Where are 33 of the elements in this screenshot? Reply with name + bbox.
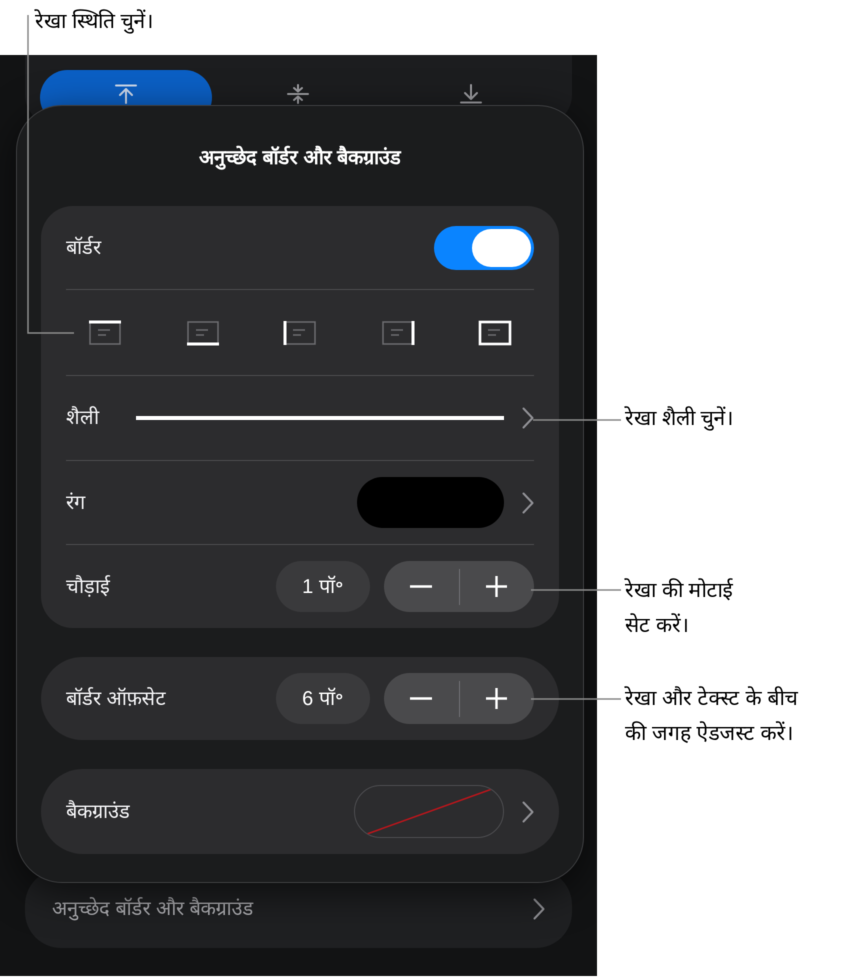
callout-text: रेखा स्थिति चुनें। xyxy=(35,8,154,36)
value-field[interactable]: 6 पॉ॰ xyxy=(276,673,370,724)
minus-icon[interactable] xyxy=(410,585,432,588)
all-borders-icon[interactable] xyxy=(478,320,512,346)
row-label: बॉर्डर xyxy=(66,235,101,260)
left-border-icon[interactable] xyxy=(283,320,317,346)
color-swatch[interactable] xyxy=(357,477,504,528)
row-label: बैकग्राउंड xyxy=(66,799,130,824)
chevron-icon xyxy=(522,800,534,822)
row-label: अनुच्छेद बॉर्डर और बैकग्राउंड xyxy=(52,896,254,922)
plus-icon[interactable] xyxy=(486,688,508,709)
top-border-icon[interactable] xyxy=(88,320,122,346)
popover-title: अनुच्छेद बॉर्डर और बैकग्राउंड xyxy=(199,144,401,172)
row-label: चौड़ाई xyxy=(66,574,110,600)
chevron-icon xyxy=(522,492,534,514)
align-top-icon xyxy=(114,84,138,104)
plus-icon[interactable] xyxy=(486,576,508,597)
align-middle-icon xyxy=(286,84,310,104)
minus-icon[interactable] xyxy=(410,697,432,700)
row-label: रंग xyxy=(66,490,85,516)
row-label: बॉर्डर ऑफ़सेट xyxy=(66,686,166,712)
chevron-icon xyxy=(533,898,545,920)
value-field[interactable]: 1 पॉ॰ xyxy=(276,561,370,612)
align-bottom-icon xyxy=(458,84,483,104)
callout-text: रेखा की मोटाई सेट करें। xyxy=(625,577,734,639)
callout-text: रेखा और टेक्स्ट के बीच की जगह ऐडजस्ट करें। xyxy=(625,685,800,747)
bottom-border-icon[interactable] xyxy=(186,320,220,346)
row-label: शैली xyxy=(66,405,99,431)
no-fill-swatch[interactable] xyxy=(354,785,504,838)
right-border-icon[interactable] xyxy=(380,320,414,346)
chevron-icon xyxy=(522,407,534,429)
callout-text: रेखा शैली चुनें। xyxy=(625,405,735,433)
border-toggle[interactable] xyxy=(434,226,534,270)
